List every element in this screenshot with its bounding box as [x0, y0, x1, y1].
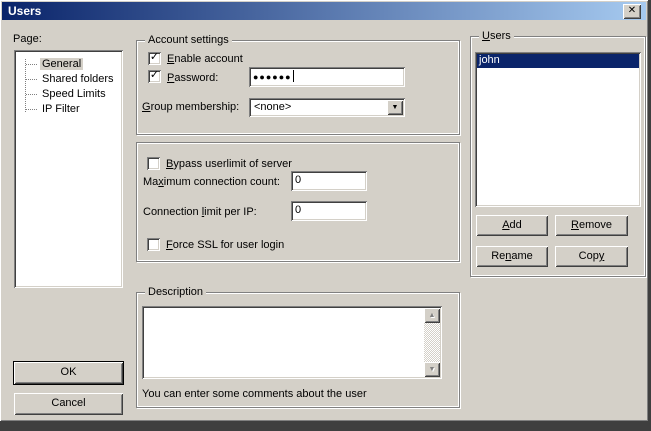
screen: { "window": { "title": "Users", "close_i… — [0, 0, 651, 431]
ok-button[interactable]: OK — [14, 362, 123, 384]
scroll-up-icon[interactable]: ▲ — [424, 308, 440, 323]
close-icon[interactable]: ✕ — [623, 4, 641, 19]
description-textarea[interactable]: ▲ ▼ — [142, 306, 442, 379]
titlebar[interactable]: Users — [2, 2, 646, 20]
max-connection-count-label: Maximum connection count: — [143, 176, 280, 188]
password-input[interactable]: ●●●●●● — [249, 67, 405, 87]
group-membership-value: <none> — [254, 101, 291, 113]
enable-account-checkbox[interactable] — [148, 52, 161, 65]
description-hint: You can enter some comments about the us… — [142, 388, 367, 400]
tree-item-general[interactable]: General — [17, 57, 120, 72]
chevron-down-icon[interactable]: ▼ — [387, 100, 403, 115]
remove-user-button[interactable]: Remove — [555, 215, 628, 236]
password-value: ●●●●●● — [253, 72, 292, 82]
users-list[interactable]: john — [475, 52, 641, 207]
scroll-down-icon[interactable]: ▼ — [424, 362, 440, 377]
tree-item-ip-filter[interactable]: IP Filter — [17, 102, 120, 117]
bypass-userlimit-label[interactable]: Bypass userlimit of server — [166, 158, 292, 170]
window-title: Users — [8, 4, 41, 18]
connection-limit-per-ip-label: Connection limit per IP: — [143, 206, 257, 218]
tree-item-shared-folders[interactable]: Shared folders — [17, 72, 120, 87]
users-dialog: Users ✕ Page: General Shared folders Spe… — [0, 0, 648, 421]
max-connection-count-input[interactable]: 0 — [291, 171, 367, 191]
description-title: Description — [145, 286, 206, 298]
password-label[interactable]: Password: — [167, 72, 218, 84]
description-scrollbar[interactable]: ▲ ▼ — [424, 308, 440, 377]
users-group-title: Users — [479, 30, 514, 42]
rename-user-button[interactable]: Rename — [476, 246, 548, 267]
page-tree[interactable]: General Shared folders Speed Limits IP F… — [14, 50, 123, 288]
add-user-button[interactable]: Add — [476, 215, 548, 236]
copy-user-button[interactable]: Copy — [555, 246, 628, 267]
force-ssl-checkbox[interactable] — [147, 238, 160, 251]
page-label: Page: — [13, 33, 42, 45]
group-membership-select[interactable]: <none> ▼ — [249, 98, 405, 117]
force-ssl-label[interactable]: Force SSL for user login — [166, 239, 284, 251]
password-checkbox[interactable] — [148, 70, 161, 83]
page-tree-items: General Shared folders Speed Limits IP F… — [17, 53, 120, 285]
tree-item-speed-limits[interactable]: Speed Limits — [17, 87, 120, 102]
user-list-item[interactable]: john — [477, 54, 639, 68]
connection-limit-per-ip-input[interactable]: 0 — [291, 201, 367, 221]
text-caret — [293, 70, 294, 82]
enable-account-label[interactable]: Enable account — [167, 53, 243, 65]
account-settings-title: Account settings — [145, 34, 232, 46]
group-membership-label: Group membership: — [142, 101, 239, 113]
bypass-userlimit-checkbox[interactable] — [147, 157, 160, 170]
cancel-button[interactable]: Cancel — [14, 393, 123, 415]
